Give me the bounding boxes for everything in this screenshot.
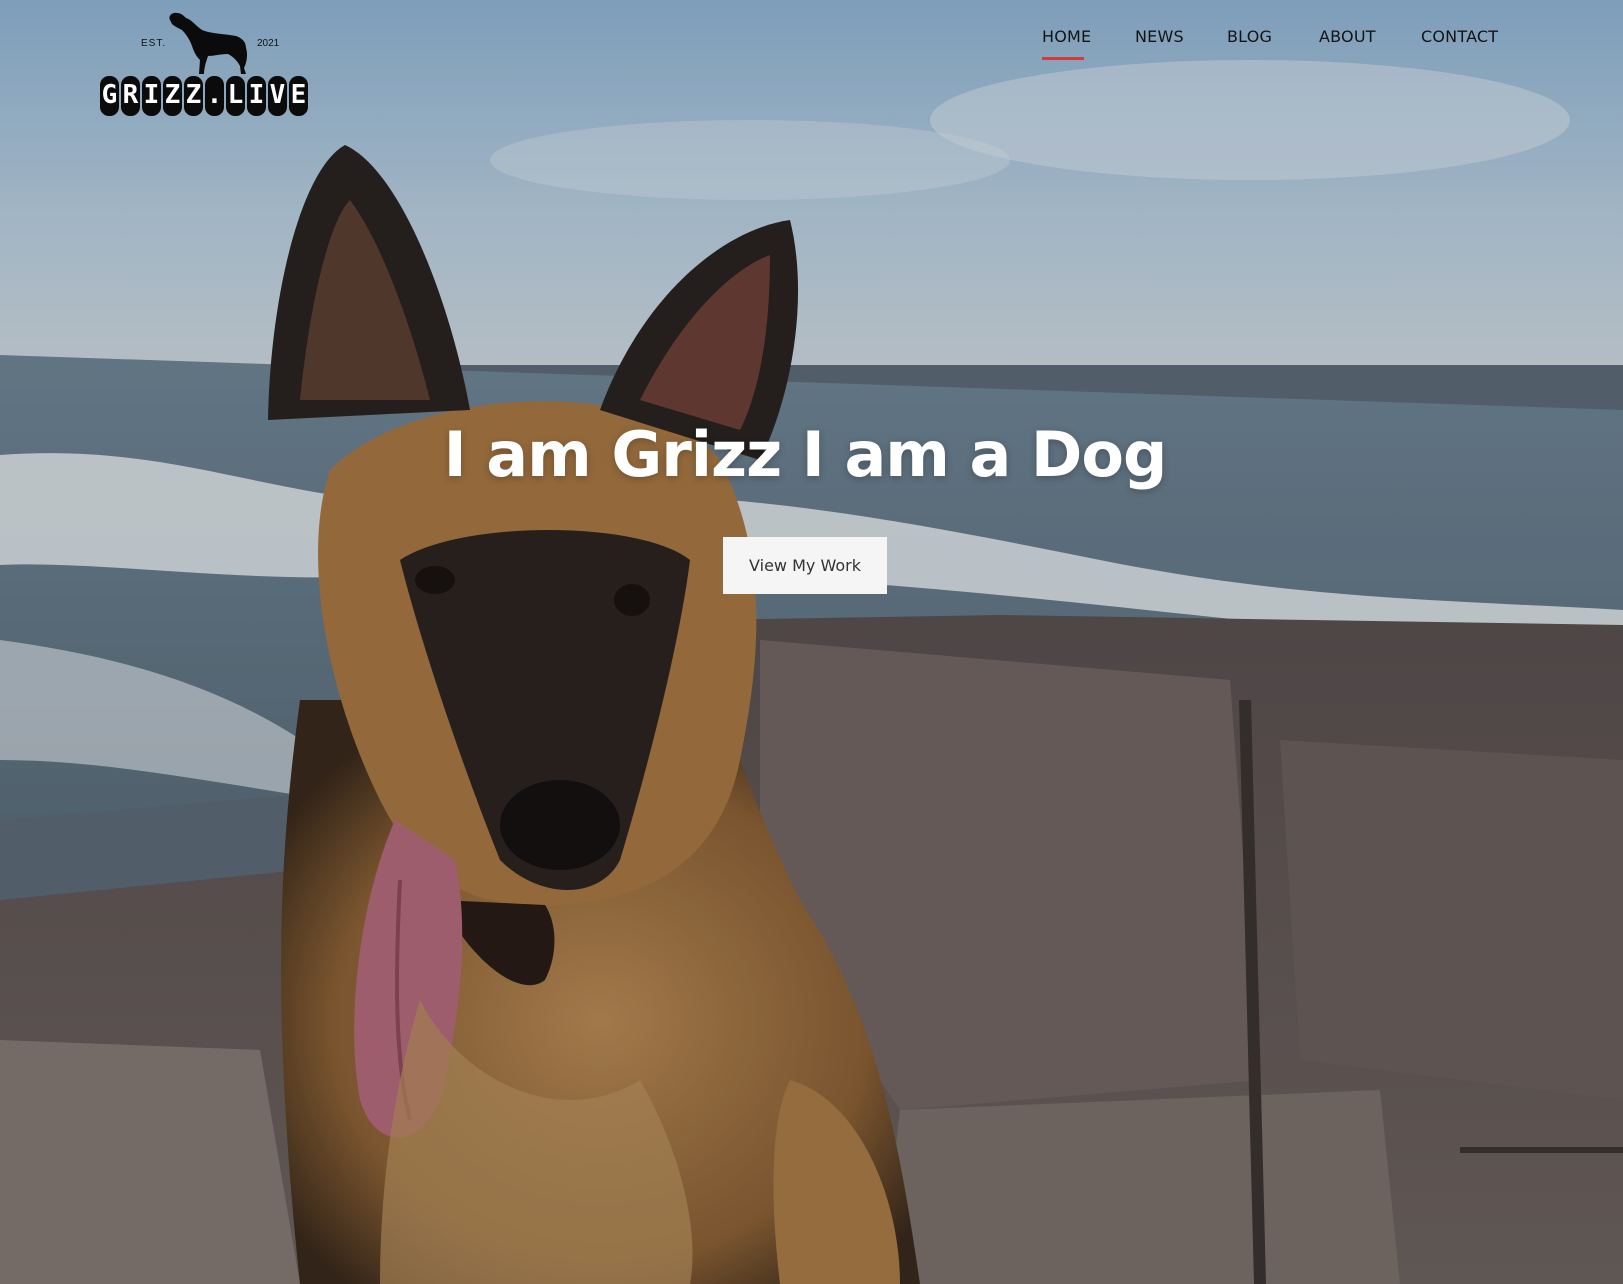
dog-silhouette-icon — [169, 12, 248, 75]
logo-letter: V — [268, 76, 287, 116]
nav-item-contact[interactable]: CONTACT — [1421, 26, 1498, 60]
main-nav: HOME NEWS BLOG ABOUT CONTACT — [1023, 26, 1623, 66]
logo-year-label: 2021 — [257, 38, 280, 49]
nav-active-indicator — [1042, 57, 1084, 60]
nav-item-home-label: HOME — [1042, 27, 1092, 46]
logo-letter: I — [142, 76, 161, 116]
nav-item-news[interactable]: NEWS — [1135, 26, 1184, 60]
view-my-work-button[interactable]: View My Work — [723, 537, 887, 594]
logo-letter: R — [121, 76, 140, 116]
logo-est-label: EST. — [141, 38, 167, 49]
hero-section: EST. 2021 G R I Z Z . L I V E HOME NEWS … — [0, 0, 1623, 1284]
logo-letter: Z — [163, 76, 182, 116]
logo-letter: L — [226, 76, 245, 116]
site-logo[interactable]: EST. 2021 G R I Z Z . L I V E — [100, 10, 322, 122]
nav-item-blog[interactable]: BLOG — [1227, 26, 1272, 60]
logo-letter: I — [247, 76, 266, 116]
logo-letter: G — [100, 76, 119, 116]
logo-wordmark: G R I Z Z . L I V E — [100, 76, 308, 116]
logo-letter: . — [205, 76, 224, 116]
nav-item-home[interactable]: HOME — [1042, 26, 1092, 60]
site-header: EST. 2021 G R I Z Z . L I V E HOME NEWS … — [0, 0, 1623, 130]
logo-letter: E — [289, 76, 308, 116]
hero-headline: I am Grizz I am a Dog — [443, 418, 1168, 491]
nav-item-about[interactable]: ABOUT — [1319, 26, 1376, 60]
hero-photo-german-shepherd-beach — [0, 0, 1623, 1284]
logo-letter: Z — [184, 76, 203, 116]
